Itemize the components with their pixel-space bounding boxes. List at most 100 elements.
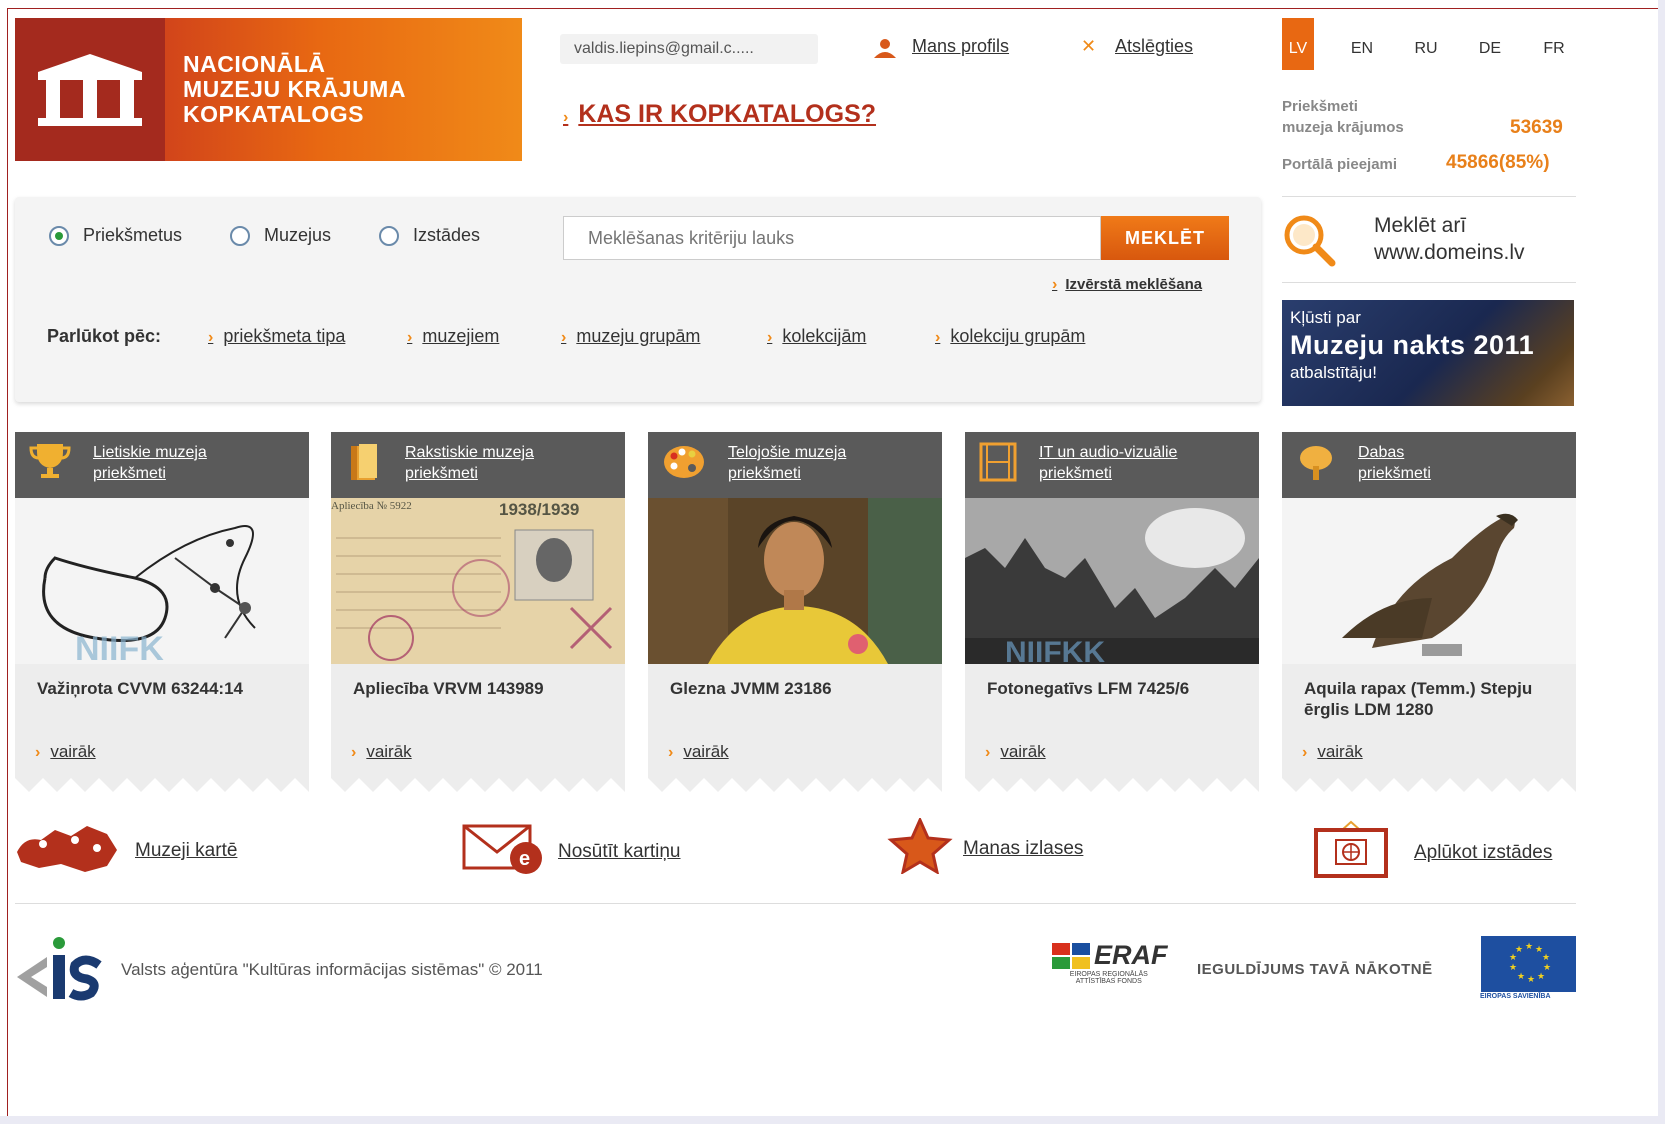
arrow-icon: › bbox=[985, 744, 991, 761]
radio-museums[interactable]: Muzejus bbox=[230, 225, 331, 246]
svg-text:★: ★ bbox=[1542, 953, 1550, 963]
chain-jewelry-image[interactable]: NIIFK bbox=[15, 498, 309, 664]
arrow-icon: › bbox=[407, 329, 413, 346]
eagle-specimen-image[interactable] bbox=[1282, 498, 1576, 664]
lang-fr[interactable]: FR bbox=[1522, 18, 1586, 70]
advanced-search-link[interactable]: › Izvērstā meklēšana bbox=[1052, 276, 1202, 294]
arrow-icon: › bbox=[35, 744, 41, 761]
card-header: Telojošie muzeja priekšmeti bbox=[648, 432, 942, 498]
browse-link-collection-groups[interactable]: › kolekciju grupām bbox=[935, 326, 1085, 347]
lang-ru[interactable]: RU bbox=[1394, 18, 1458, 70]
more-link[interactable]: › vairāk bbox=[1282, 742, 1576, 762]
view-exhibitions-link[interactable]: Aplūkot izstādes bbox=[1314, 820, 1552, 886]
card-category-link[interactable]: Rakstiskie muzeja priekšmeti bbox=[405, 442, 534, 484]
logo-text: NACIONĀLĀ MUZEJU KRĀJUMA KOPKATALOGS bbox=[183, 51, 406, 127]
arrow-icon: › bbox=[1302, 744, 1308, 761]
card-category-link[interactable]: IT un audio-vizuālie priekšmeti bbox=[1039, 442, 1177, 484]
lang-en[interactable]: EN bbox=[1330, 18, 1394, 70]
my-selections-link[interactable]: Manas izlases bbox=[887, 816, 1083, 880]
castle-ruins-photo[interactable]: NIIFKK bbox=[965, 498, 1259, 664]
window-edge-bottom bbox=[0, 1116, 1665, 1124]
eu-label: EIROPAS SAVIENĪBA bbox=[1480, 993, 1551, 1000]
card-category-link[interactable]: Lietiskie muzeja priekšmeti bbox=[93, 442, 207, 484]
card-header: Dabas priekšmeti bbox=[1282, 432, 1576, 498]
svg-text:★: ★ bbox=[1517, 972, 1525, 982]
card-title: Fotonegatīvs LFM 7425/6 bbox=[987, 679, 1190, 698]
zigzag-edge bbox=[331, 778, 625, 792]
banner-line-2: Muzeju nakts 2011 bbox=[1290, 330, 1535, 360]
lang-de[interactable]: DE bbox=[1458, 18, 1522, 70]
category-card-nature[interactable]: Dabas priekšmeti Aquila rapax (Temm.) Ste… bbox=[1282, 432, 1576, 792]
more-link[interactable]: › vairāk bbox=[648, 742, 942, 762]
language-switcher: LV EN RU DE FR bbox=[1282, 18, 1586, 70]
painting-image[interactable] bbox=[648, 498, 942, 664]
tree-icon bbox=[1296, 442, 1336, 487]
certificate-document-image[interactable]: Apliecība № 5922 1938/1939 bbox=[331, 498, 625, 664]
radio-button[interactable] bbox=[230, 225, 250, 246]
card-title: Apliecība VRVM 143989 bbox=[353, 679, 544, 698]
card-category-link[interactable]: Telojošie muzeja priekšmeti bbox=[728, 442, 846, 484]
search-input[interactable] bbox=[563, 216, 1101, 260]
arrow-icon: › bbox=[563, 109, 569, 126]
trophy-icon bbox=[29, 442, 71, 485]
site-logo[interactable]: NACIONĀLĀ MUZEJU KRĀJUMA KOPKATALOGS bbox=[15, 18, 522, 161]
portal-stat-label: Portālā pieejami bbox=[1282, 156, 1398, 173]
zigzag-edge bbox=[965, 778, 1259, 792]
arrow-icon: › bbox=[767, 329, 773, 346]
category-card-fine-art[interactable]: Telojošie muzeja priekšmeti Glezna JVMM 2… bbox=[648, 432, 942, 792]
zigzag-edge bbox=[1282, 778, 1576, 792]
radio-button-checked[interactable] bbox=[49, 225, 69, 246]
what-is-catalog-link[interactable]: › KAS IR KOPKATALOGS? bbox=[563, 100, 876, 129]
category-card-audiovisual[interactable]: IT un audio-vizuālie priekšmeti NIIFKK Fo… bbox=[965, 432, 1259, 792]
card-category-link[interactable]: Dabas priekšmeti bbox=[1358, 442, 1431, 484]
profile-link[interactable]: Mans profils bbox=[912, 36, 1009, 57]
items-stat-label: Priekšmeti muzeja krājumos bbox=[1282, 98, 1404, 136]
card-header: Rakstiskie muzeja priekšmeti bbox=[331, 432, 625, 498]
more-link[interactable]: › vairāk bbox=[15, 742, 309, 762]
window-edge bbox=[1658, 0, 1665, 1124]
portal-stat-value: 45866(85%) bbox=[1446, 152, 1550, 173]
browse-link-type[interactable]: › priekšmeta tipa bbox=[208, 326, 345, 347]
lang-lv[interactable]: LV bbox=[1282, 18, 1314, 70]
zigzag-edge bbox=[15, 778, 309, 792]
footer-copyright: Valsts aģentūra "Kultūras informācijas s… bbox=[121, 960, 543, 979]
svg-text:★: ★ bbox=[1527, 975, 1535, 985]
radio-button[interactable] bbox=[379, 225, 399, 246]
radio-exhibitions[interactable]: Izstādes bbox=[379, 225, 480, 246]
browse-link-museum-groups[interactable]: › muzeju grupām bbox=[561, 326, 700, 347]
category-card-applied[interactable]: Lietiskie muzeja priekšmeti NIIFK Važiņro… bbox=[15, 432, 309, 792]
divider bbox=[1282, 196, 1576, 197]
more-link[interactable]: › vairāk bbox=[331, 742, 625, 762]
exhibition-frame-icon bbox=[1314, 820, 1388, 886]
book-icon bbox=[345, 442, 383, 487]
close-icon: ✕ bbox=[1081, 36, 1097, 56]
send-card-link[interactable]: e Nosūtīt kartiņu bbox=[462, 822, 681, 882]
browse-link-museums[interactable]: › muzejiem bbox=[407, 326, 499, 347]
also-search-link[interactable]: Meklēt arī www.domeins.lv bbox=[1374, 212, 1525, 266]
card-header: Lietiskie muzeja priekšmeti bbox=[15, 432, 309, 498]
banner-line-3: atbalstītāju! bbox=[1290, 363, 1377, 382]
arrow-icon: › bbox=[561, 329, 567, 346]
invest-slogan: IEGULDĪJUMS TAVĀ NĀKOTNĒ bbox=[1197, 961, 1433, 978]
browse-label: Parlūkot pēc: bbox=[47, 326, 162, 346]
document-label: Apliecība № 5922 bbox=[331, 500, 412, 512]
radio-items[interactable]: Priekšmetus bbox=[49, 225, 182, 246]
eu-flag-icon: ★ ★ ★ ★ ★ ★ ★ ★ ★ ★ bbox=[1481, 936, 1576, 992]
svg-text:★: ★ bbox=[1509, 963, 1517, 973]
category-card-written[interactable]: Rakstiskie muzeja priekšmeti Apliecība № … bbox=[331, 432, 625, 792]
logout-link[interactable]: Atslēgties bbox=[1115, 36, 1193, 57]
card-header: IT un audio-vizuālie priekšmeti bbox=[965, 432, 1259, 498]
divider bbox=[15, 903, 1576, 904]
eraf-logo: ERAF EIROPAS REĢIONĀLĀS ATTĪSTĪBAS FONDS bbox=[1050, 940, 1168, 985]
svg-text:NIIFKK: NIIFKK bbox=[1005, 636, 1105, 664]
browse-link-collections[interactable]: › kolekcijām bbox=[767, 326, 866, 347]
magnifier-icon bbox=[1282, 213, 1338, 272]
zigzag-edge bbox=[648, 778, 942, 792]
museum-night-banner[interactable]: Kļūsti par Muzeju nakts 2011 atbalstītāj… bbox=[1282, 300, 1574, 406]
arrow-icon: › bbox=[208, 329, 214, 346]
museums-map-link[interactable]: Muzeji kartē bbox=[15, 822, 237, 880]
divider bbox=[1282, 282, 1576, 283]
more-link[interactable]: › vairāk bbox=[965, 742, 1259, 762]
film-strip-icon bbox=[979, 442, 1017, 487]
search-button[interactable]: MEKLĒT bbox=[1101, 216, 1229, 260]
